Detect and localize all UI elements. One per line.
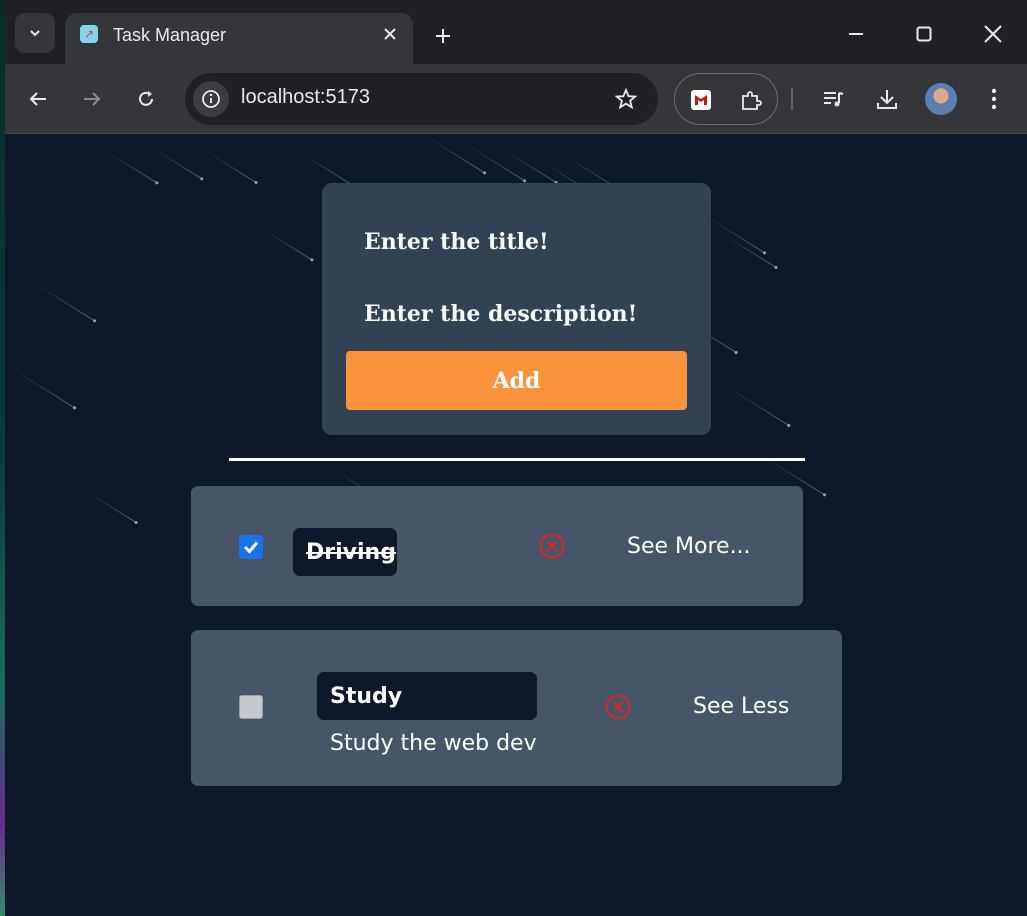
todo-title[interactable]: Driving (293, 528, 397, 576)
address-bar[interactable]: localhost:5173 (185, 73, 658, 125)
meteor-streak (304, 155, 352, 185)
arrow-right-icon (84, 92, 101, 106)
plus-icon (436, 29, 450, 43)
star-icon (615, 88, 637, 110)
tab-close-button[interactable] (379, 23, 401, 45)
meteor-streak (424, 135, 485, 173)
extensions-group (674, 73, 778, 125)
downloads-button[interactable] (870, 82, 904, 116)
see-more-button[interactable]: See More... (627, 534, 751, 559)
checkmark-icon (243, 541, 259, 554)
chevron-down-icon (30, 30, 40, 37)
site-info-button[interactable] (193, 81, 229, 117)
todo-item: Driving See More... (191, 486, 803, 606)
reload-icon (139, 91, 153, 106)
info-icon (202, 90, 220, 108)
meteor-streak (204, 150, 256, 183)
new-tab-button[interactable] (427, 20, 459, 52)
todo-checkbox[interactable] (239, 695, 263, 719)
divider (229, 458, 805, 461)
back-button[interactable] (21, 82, 55, 116)
browser-menu-button[interactable] (977, 82, 1011, 116)
circle-x-icon[interactable] (604, 693, 632, 721)
puzzle-icon[interactable] (737, 86, 765, 114)
see-less-button[interactable]: See Less (693, 694, 789, 719)
close-icon (984, 25, 1002, 43)
circle-x-icon[interactable] (538, 532, 566, 560)
reload-button[interactable] (129, 82, 163, 116)
meteor-streak (84, 490, 136, 523)
browser-toolbar: localhost:5173 (5, 64, 1027, 134)
maximize-icon (916, 26, 932, 42)
meteor-streak (109, 153, 157, 183)
meteor-streak (34, 283, 95, 321)
close-icon (384, 28, 396, 40)
tab-list-button[interactable] (15, 13, 55, 53)
minimize-icon (849, 33, 863, 35)
url-text[interactable]: localhost:5173 (241, 86, 370, 109)
page-viewport: Enter the title! Enter the description! … (5, 135, 1027, 916)
meteor-streak (704, 215, 765, 253)
close-window-button[interactable] (977, 18, 1009, 50)
tab-title: Task Manager (113, 25, 227, 45)
toolbar-separator (791, 88, 793, 110)
add-button[interactable]: Add (346, 351, 687, 410)
meteor-streak (154, 149, 202, 179)
todo-title[interactable]: Study (317, 672, 537, 720)
mcafee-icon[interactable] (687, 86, 715, 114)
rocket-icon: ↗ (80, 25, 98, 43)
profile-avatar[interactable] (925, 83, 957, 115)
browser-window: ↗ Task Manager localhost:5173 Enter the … (5, 0, 1027, 916)
tab-bar: ↗ Task Manager (5, 0, 1027, 64)
meteor-streak (724, 385, 789, 426)
maximize-button[interactable] (908, 18, 940, 50)
bookmark-button[interactable] (612, 85, 640, 113)
description-input[interactable]: Enter the description! (364, 301, 637, 327)
todo-item: Study Study the web dev See Less (191, 630, 842, 786)
playlist-icon (824, 92, 844, 107)
tab-task-manager[interactable]: ↗ Task Manager (65, 13, 413, 64)
forward-button[interactable] (75, 82, 109, 116)
meteor-streak (464, 143, 525, 181)
meteor-streak (724, 235, 776, 268)
meteor-streak (264, 230, 312, 260)
download-icon (877, 90, 897, 109)
todo-checkbox[interactable] (239, 535, 263, 559)
arrow-left-icon (29, 92, 46, 106)
meteor-streak (14, 370, 75, 408)
minimize-button[interactable] (840, 18, 872, 50)
kebab-menu-icon (991, 88, 997, 110)
reading-list-button[interactable] (816, 82, 850, 116)
todo-description: Study the web dev (330, 731, 537, 756)
title-input[interactable]: Enter the title! (364, 229, 549, 255)
add-todo-form: Enter the title! Enter the description! … (322, 183, 711, 435)
